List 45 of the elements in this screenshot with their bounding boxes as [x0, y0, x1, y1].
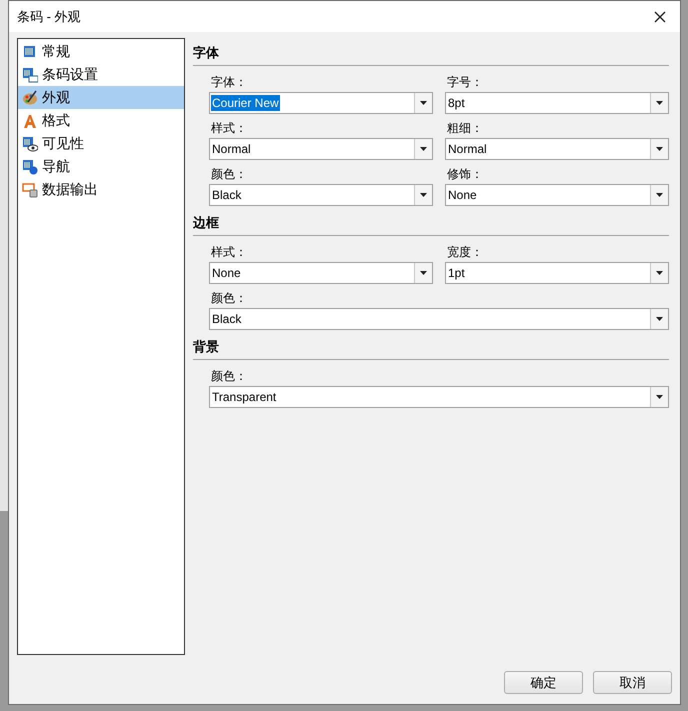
close-icon — [654, 10, 666, 22]
dropdown-field[interactable]: Normal — [445, 138, 669, 160]
field-label: 颜色： — [210, 166, 247, 183]
field-label: 颜色： — [210, 290, 247, 307]
dropdown-field[interactable]: None — [209, 262, 433, 284]
dropdown-arrow-icon — [656, 147, 663, 151]
field-label: 粗细： — [446, 120, 483, 137]
dropdown-arrow-icon — [420, 193, 427, 197]
dropdown-field[interactable]: 8pt — [445, 92, 669, 114]
field-label: 颜色： — [210, 368, 247, 385]
database-icon — [22, 182, 38, 198]
dropdown-field[interactable]: None — [445, 184, 669, 206]
field-label: 宽度： — [446, 244, 483, 261]
field-label: 字号： — [446, 74, 483, 91]
dropdown-arrow-icon — [656, 193, 663, 197]
palette-icon — [22, 90, 38, 106]
field-label: 样式： — [210, 244, 247, 261]
dropdown-field[interactable]: Black — [209, 184, 433, 206]
barcode-settings-icon — [22, 66, 38, 82]
font-icon — [22, 112, 38, 128]
field-label: 修饰： — [446, 166, 483, 183]
category-item[interactable]: 外观 — [18, 86, 184, 109]
globe-icon — [22, 158, 38, 174]
dropdown-arrow-icon — [420, 271, 427, 275]
section-heading: 字体 — [193, 44, 219, 62]
section-heading: 背景 — [193, 338, 219, 356]
dropdown-field[interactable]: Normal — [209, 138, 433, 160]
dropdown-field[interactable]: Courier New — [209, 92, 433, 114]
eye-icon — [22, 136, 38, 152]
dialog-button[interactable]: 取消 — [593, 671, 672, 694]
dropdown-arrow-icon — [420, 101, 427, 105]
dropdown-field[interactable]: Transparent — [209, 386, 669, 408]
dialog-button[interactable]: 确定 — [504, 671, 583, 694]
dropdown-arrow-icon — [420, 147, 427, 151]
field-label: 字体： — [210, 74, 247, 91]
dropdown-arrow-icon — [656, 317, 663, 321]
dropdown-field[interactable]: Black — [209, 308, 669, 330]
window-title: 条码 - 外观 — [17, 8, 81, 26]
dropdown-arrow-icon — [656, 395, 663, 399]
section-heading: 边框 — [193, 214, 219, 232]
field-label: 样式： — [210, 120, 247, 137]
dropdown-arrow-icon — [656, 101, 663, 105]
dropdown-field[interactable]: 1pt — [445, 262, 669, 284]
dropdown-arrow-icon — [656, 271, 663, 275]
barcode-icon — [22, 44, 38, 60]
